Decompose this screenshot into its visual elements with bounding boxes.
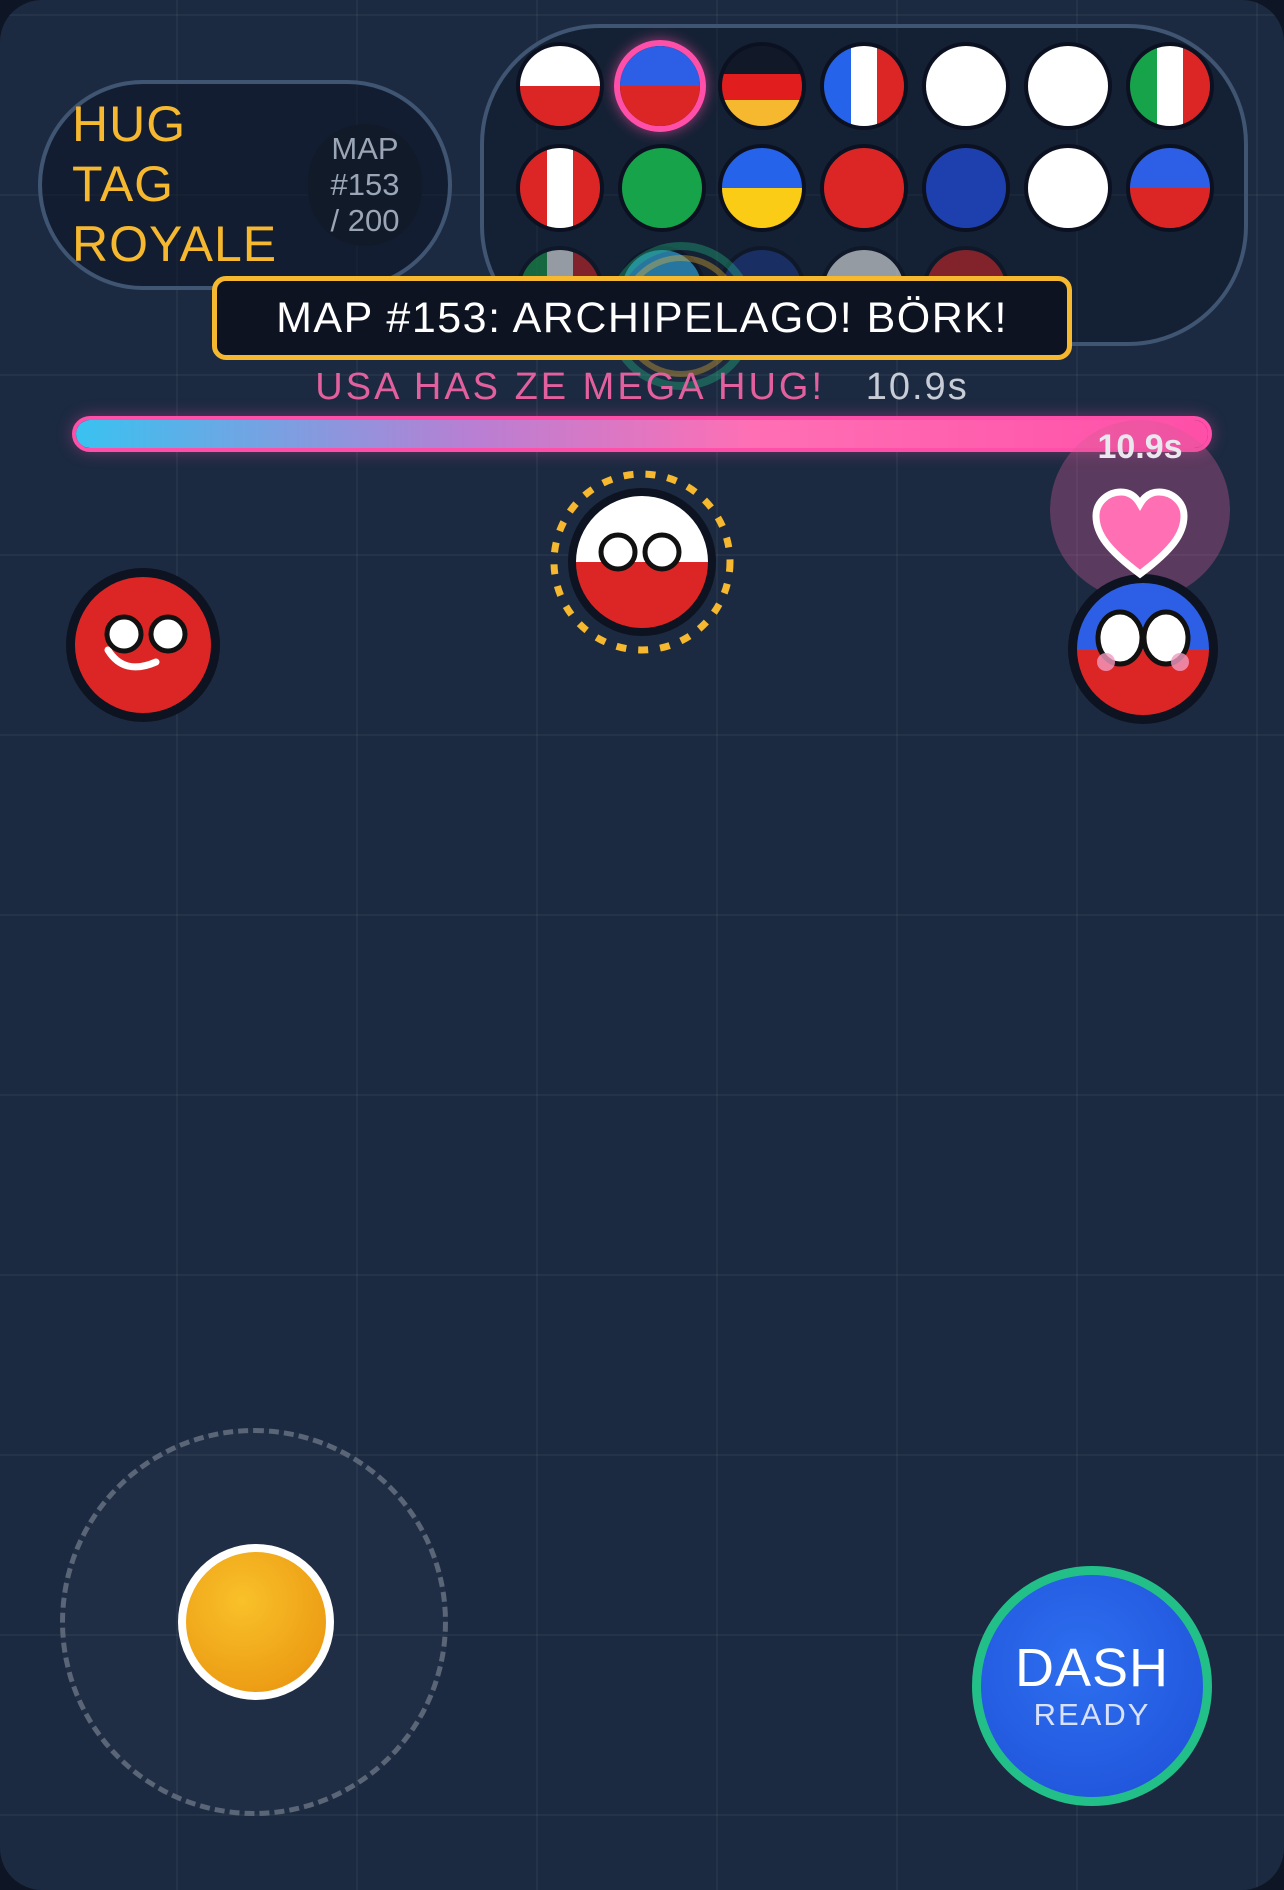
- roster-flag-green: [618, 144, 706, 232]
- map-counter-badge: MAP #153 / 200: [308, 124, 422, 246]
- mega-hug-status: USA HAS ZE MEGA HUG! 10.9s: [60, 366, 1224, 409]
- map-counter-label: MAP: [331, 131, 399, 166]
- roster-flag-poland: [516, 42, 604, 130]
- map-announcement-banner: MAP #153: ARCHIPELAGO! BÖRK!: [212, 276, 1072, 360]
- roster-flag-blue: [922, 144, 1010, 232]
- game-stage: HUG TAG ROYALE MAP #153 / 200 MAP #153: …: [0, 0, 1284, 1890]
- game-title: HUG TAG ROYALE: [72, 94, 312, 274]
- roster-flag-ukraine: [718, 144, 806, 232]
- roster-flag-blank-3: [1024, 144, 1112, 232]
- npc-haiti-ball: [1068, 574, 1218, 724]
- roster-flag-france: [820, 42, 908, 130]
- heart-icon: [1092, 488, 1188, 579]
- roster-flag-italy: [1126, 42, 1214, 130]
- mega-hug-timer: 10.9s: [865, 366, 969, 408]
- title-line-3: ROYALE: [72, 216, 278, 272]
- mega-hug-progress-fill: [76, 420, 1208, 448]
- joystick-knob[interactable]: [178, 1544, 334, 1700]
- roster-flag-blank-1: [922, 42, 1010, 130]
- npc-red-ball: [66, 568, 220, 722]
- dash-button-label: DASH: [1014, 1638, 1170, 1698]
- roster-flag-red: [820, 144, 908, 232]
- mega-hug-status-text: USA HAS ZE MEGA HUG!: [315, 366, 826, 408]
- roster-flag-germany: [718, 42, 806, 130]
- map-counter-number: #153: [330, 167, 400, 202]
- title-line-2: TAG: [72, 156, 175, 212]
- player-poland-ball: [550, 470, 734, 654]
- title-line-1: HUG: [72, 96, 187, 152]
- map-counter-total: / 200: [330, 203, 400, 238]
- roster-flag-haiti: [1126, 144, 1214, 232]
- mega-hug-marker-timer: 10.9s: [1097, 428, 1183, 466]
- roster-flag-peru: [516, 144, 604, 232]
- roster-flag-blank-2: [1024, 42, 1112, 130]
- roster-flag-haiti-selected: [614, 40, 706, 132]
- dash-button[interactable]: DASH READY: [972, 1566, 1212, 1806]
- map-announcement-text: MAP #153: ARCHIPELAGO! BÖRK!: [276, 293, 1008, 342]
- mega-hug-progress-bar: [72, 416, 1212, 452]
- dash-button-status: READY: [1033, 1697, 1151, 1732]
